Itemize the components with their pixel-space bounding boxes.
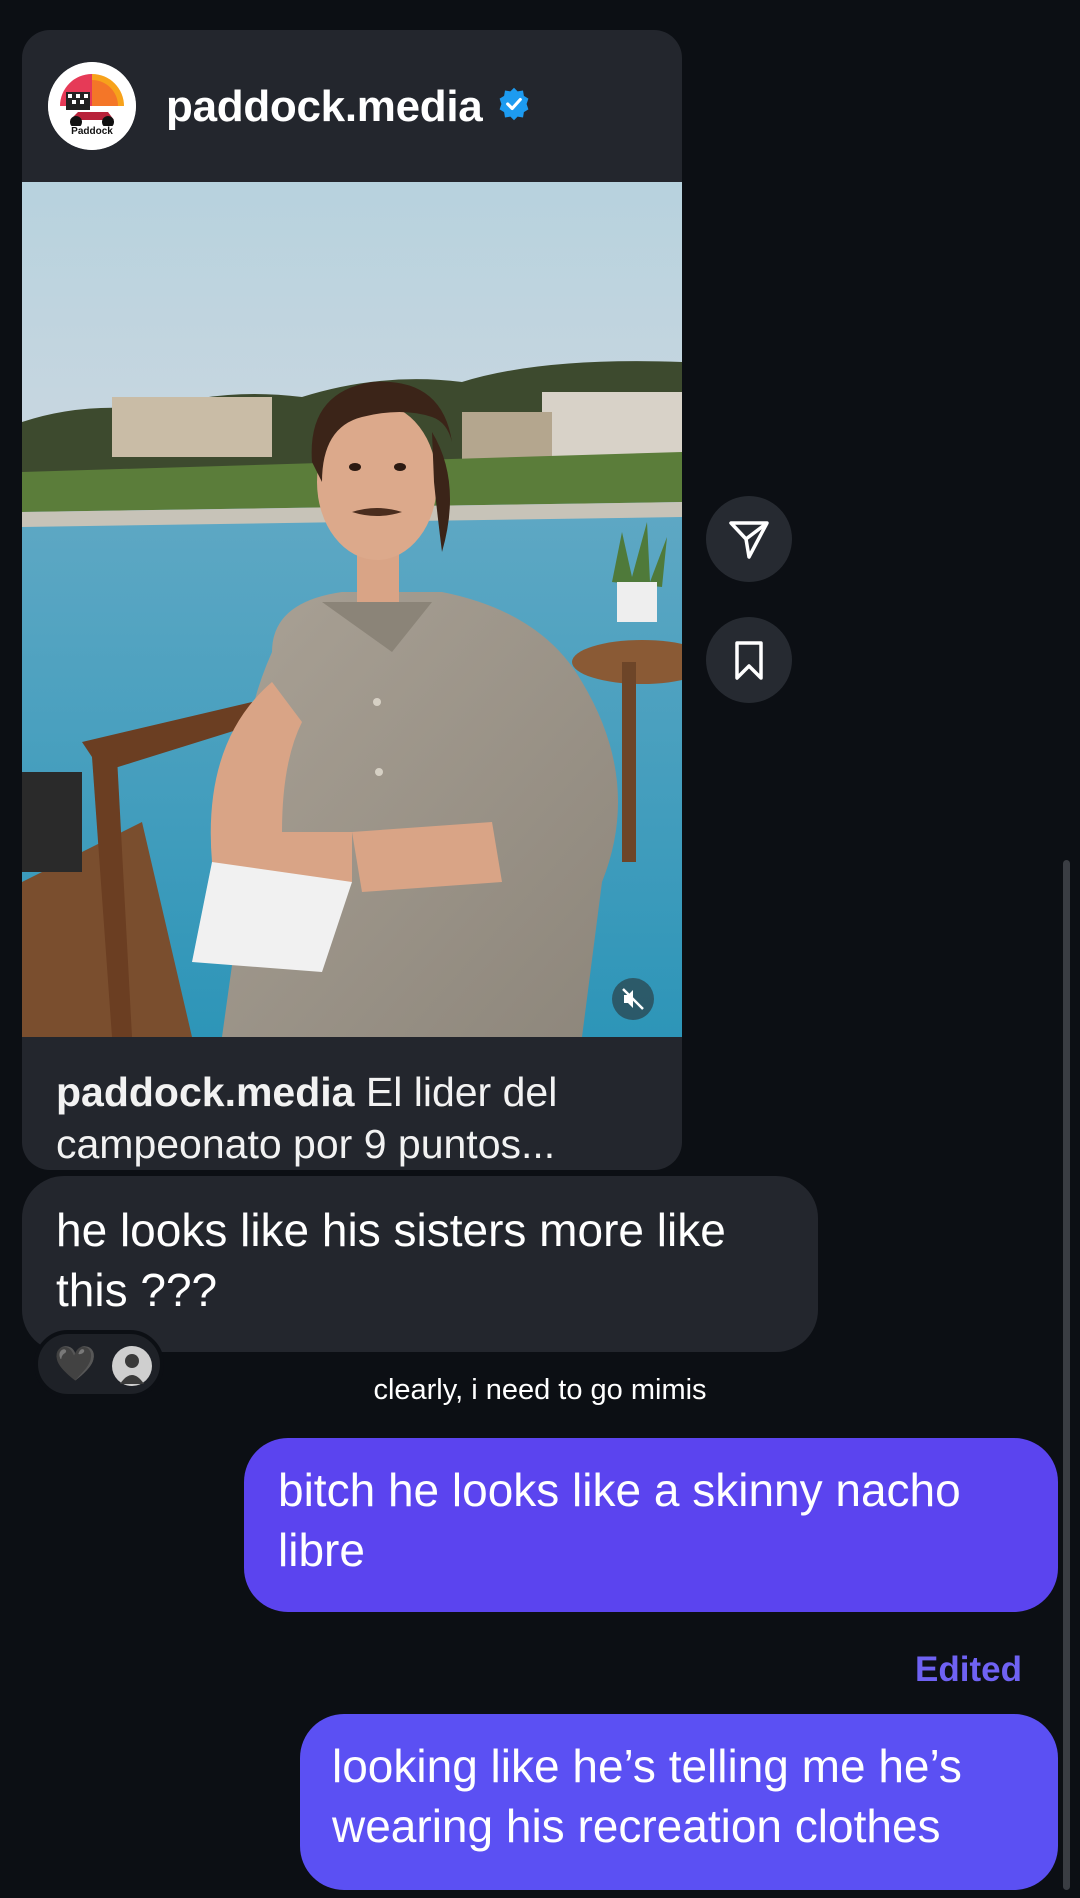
verified-badge-icon xyxy=(499,87,529,121)
scrollbar[interactable] xyxy=(1063,860,1070,1890)
send-icon xyxy=(729,521,769,559)
message-text: bitch he looks like a skinny nacho libre xyxy=(278,1464,961,1576)
shared-post-card[interactable]: Paddock paddock.media paddock.media El l… xyxy=(22,30,682,1170)
caption-author[interactable]: paddock.media xyxy=(56,1069,354,1115)
post-author-name[interactable]: paddock.media xyxy=(166,82,483,132)
incoming-message-bubble[interactable]: he looks like his sisters more like this… xyxy=(22,1176,818,1352)
outgoing-message-bubble[interactable]: bitch he looks like a skinny nacho libre xyxy=(244,1438,1058,1612)
bookmark-icon xyxy=(735,641,763,680)
avatar-label: Paddock xyxy=(71,126,113,137)
message-text: looking like he’s telling me he’s wearin… xyxy=(332,1740,962,1852)
edited-label[interactable]: Edited xyxy=(915,1650,1022,1690)
share-post-button[interactable] xyxy=(706,496,792,582)
author-avatar[interactable]: Paddock xyxy=(48,62,136,150)
message-text: he looks like his sisters more like this… xyxy=(56,1204,726,1316)
video-overlay-caption: clearly, i need to go mimis xyxy=(373,1374,707,1406)
post-header: Paddock paddock.media xyxy=(22,30,682,182)
mute-toggle-button[interactable] xyxy=(612,978,654,1020)
post-caption: paddock.media El lider del campeonato po… xyxy=(56,1066,656,1170)
speaker-muted-icon xyxy=(622,988,644,1010)
save-post-button[interactable] xyxy=(706,617,792,703)
outgoing-message-bubble[interactable]: looking like he’s telling me he’s wearin… xyxy=(300,1714,1058,1890)
post-media-photo[interactable] xyxy=(22,182,682,1037)
